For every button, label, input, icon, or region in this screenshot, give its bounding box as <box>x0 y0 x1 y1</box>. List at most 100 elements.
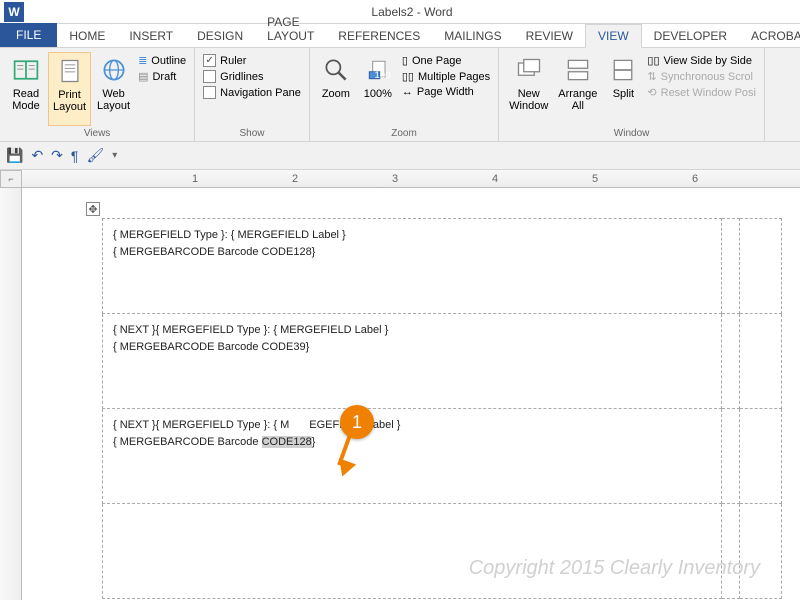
redo-icon[interactable]: ↷ <box>51 147 63 164</box>
ruler-corner: ⌐ <box>0 170 22 188</box>
reset-window-button[interactable]: ⟲ Reset Window Posi <box>647 86 756 99</box>
zoom-100-button[interactable]: 100 100% <box>358 52 398 126</box>
document-area[interactable]: ✥ { MERGEFIELD Type }: { MERGEFIELD Labe… <box>22 188 800 600</box>
tab-view[interactable]: VIEW <box>585 24 642 48</box>
show-marks-icon[interactable]: ¶ <box>71 148 79 164</box>
page-width-button[interactable]: ↔ Page Width <box>402 86 490 98</box>
ruler-checkbox[interactable]: ✓Ruler <box>203 54 301 67</box>
reset-window-icon: ⟲ <box>647 86 656 99</box>
save-icon[interactable]: 💾 <box>6 147 23 164</box>
labels-table: { MERGEFIELD Type }: { MERGEFIELD Label … <box>102 218 782 599</box>
group-window: New Window Arrange All Split ▯▯ View Side… <box>499 48 765 141</box>
web-layout-icon <box>98 54 130 86</box>
checkbox-icon <box>203 86 216 99</box>
tab-review[interactable]: REVIEW <box>514 25 585 47</box>
read-mode-label: Read Mode <box>12 88 40 112</box>
multiple-pages-label: Multiple Pages <box>418 71 490 83</box>
tab-home[interactable]: HOME <box>57 25 117 47</box>
page: ✥ { MERGEFIELD Type }: { MERGEFIELD Labe… <box>102 218 782 599</box>
outline-button[interactable]: ≣Outline <box>138 54 186 67</box>
gutter-cell <box>721 314 739 409</box>
field-code-line: { MERGEBARCODE Barcode CODE128} <box>113 434 711 451</box>
word-app-icon: W <box>4 2 24 22</box>
multiple-pages-button[interactable]: ▯▯ Multiple Pages <box>402 70 490 83</box>
draft-label: Draft <box>152 71 176 83</box>
print-layout-label: Print Layout <box>53 89 86 113</box>
nav-pane-checkbox[interactable]: Navigation Pane <box>203 86 301 99</box>
gutter-cell <box>721 409 739 504</box>
tab-insert[interactable]: INSERT <box>117 25 185 47</box>
field-code-line: { MERGEBARCODE Barcode CODE39} <box>113 339 711 356</box>
qat-dropdown-icon[interactable]: ▾ <box>112 150 117 161</box>
web-layout-button[interactable]: Web Layout <box>93 52 134 126</box>
draft-button[interactable]: ▤Draft <box>138 70 186 83</box>
zoom-100-label: 100% <box>364 88 392 100</box>
tab-acrobat[interactable]: ACROBAT <box>739 25 800 47</box>
zoom-100-icon: 100 <box>362 54 394 86</box>
field-code-line: { NEXT }{ MERGEFIELD Type }: { MEGEFIELD… <box>113 417 711 434</box>
one-page-icon: ▯ <box>402 54 408 67</box>
gutter-cell <box>721 219 739 314</box>
ruler-tick: 4 <box>492 173 498 185</box>
format-painter-icon[interactable]: 🖌 <box>86 147 104 164</box>
side-by-side-button[interactable]: ▯▯ View Side by Side <box>647 54 756 67</box>
read-mode-button[interactable]: Read Mode <box>6 52 46 126</box>
label-cell[interactable] <box>103 504 722 599</box>
checkbox-icon <box>203 70 216 83</box>
web-layout-label: Web Layout <box>97 88 130 112</box>
print-layout-button[interactable]: Print Layout <box>48 52 91 126</box>
new-window-button[interactable]: New Window <box>505 52 552 126</box>
show-group-label: Show <box>201 128 303 139</box>
side-by-side-label: View Side by Side <box>664 55 752 67</box>
page-width-label: Page Width <box>417 86 474 98</box>
sync-scroll-button[interactable]: ⇅Synchronous Scrol <box>647 70 756 83</box>
nav-label: Navigation Pane <box>220 87 301 99</box>
label-cell[interactable]: { MERGEFIELD Type }: { MERGEFIELD Label … <box>103 219 722 314</box>
label-cell[interactable] <box>739 409 781 504</box>
tab-developer[interactable]: DEVELOPER <box>642 25 739 47</box>
label-cell[interactable]: { NEXT }{ MERGEFIELD Type }: { MEGEFIELD… <box>103 409 722 504</box>
zoom-button[interactable]: Zoom <box>316 52 356 126</box>
one-page-label: One Page <box>412 55 462 67</box>
tab-page-layout[interactable]: PAGE LAYOUT <box>255 11 326 47</box>
arrange-all-icon <box>562 54 594 86</box>
ruler-tick: 6 <box>692 173 698 185</box>
vertical-ruler[interactable] <box>0 188 22 600</box>
tab-mailings[interactable]: MAILINGS <box>432 25 513 47</box>
label-cell[interactable] <box>739 219 781 314</box>
split-label: Split <box>613 88 634 100</box>
split-icon <box>607 54 639 86</box>
split-button[interactable]: Split <box>603 52 643 126</box>
window-title: Labels2 - Word <box>24 5 800 19</box>
new-window-label: New Window <box>509 88 548 112</box>
group-views: Read Mode Print Layout Web Layout ≣Outli… <box>0 48 195 141</box>
label-cell[interactable] <box>739 314 781 409</box>
title-bar: W Labels2 - Word <box>0 0 800 24</box>
zoom-label: Zoom <box>322 88 350 100</box>
reset-window-label: Reset Window Posi <box>661 87 756 99</box>
window-group-label: Window <box>505 128 758 139</box>
label-cell[interactable]: { NEXT }{ MERGEFIELD Type }: { MERGEFIEL… <box>103 314 722 409</box>
svg-text:100: 100 <box>374 70 390 81</box>
tab-file[interactable]: FILE <box>0 23 57 47</box>
ribbon: Read Mode Print Layout Web Layout ≣Outli… <box>0 48 800 142</box>
sync-scroll-label: Synchronous Scrol <box>661 71 753 83</box>
multiple-pages-icon: ▯▯ <box>402 70 414 83</box>
undo-icon[interactable]: ↶ <box>31 147 43 164</box>
label-cell[interactable] <box>739 504 781 599</box>
horizontal-ruler[interactable]: 1 2 3 4 5 6 <box>22 170 800 188</box>
field-code-line: { MERGEFIELD Type }: { MERGEFIELD Label … <box>113 227 711 244</box>
new-window-icon <box>513 54 545 86</box>
arrange-all-label: Arrange All <box>558 88 597 112</box>
gridlines-label: Gridlines <box>220 71 263 83</box>
table-move-handle-icon[interactable]: ✥ <box>86 202 100 216</box>
tab-references[interactable]: REFERENCES <box>326 25 432 47</box>
side-by-side-icon: ▯▯ <box>647 54 659 67</box>
arrange-all-button[interactable]: Arrange All <box>554 52 601 126</box>
page-width-icon: ↔ <box>402 86 413 98</box>
one-page-button[interactable]: ▯ One Page <box>402 54 490 67</box>
tab-design[interactable]: DESIGN <box>185 25 255 47</box>
ruler-tick: 1 <box>192 173 198 185</box>
gridlines-checkbox[interactable]: Gridlines <box>203 70 301 83</box>
group-zoom: Zoom 100 100% ▯ One Page ▯▯ Multiple Pages… <box>310 48 499 141</box>
